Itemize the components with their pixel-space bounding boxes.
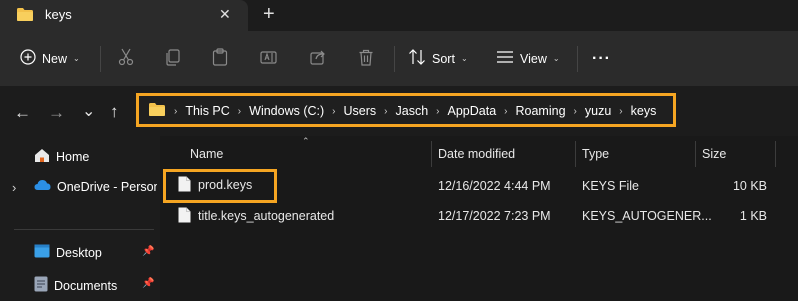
file-type: KEYS File <box>582 179 639 193</box>
cut-button[interactable] <box>118 31 134 86</box>
file-size: 1 KB <box>739 209 767 223</box>
toolbar-divider <box>394 46 395 72</box>
nav-divider <box>14 229 154 230</box>
highlight-box <box>163 169 277 203</box>
column-divider[interactable] <box>575 141 576 167</box>
toolbar-divider <box>577 46 578 72</box>
sort-icon <box>408 49 426 68</box>
file-name[interactable]: title.keys_autogenerated <box>198 209 334 223</box>
command-bar: New ⌄ Sort ⌄ View ⌄ ··· <box>0 31 798 86</box>
file-size: 10 KB <box>732 179 767 193</box>
scissors-icon <box>118 48 134 69</box>
nav-item-onedrive[interactable]: OneDrive - Persona <box>34 179 157 194</box>
rename-icon <box>260 49 277 69</box>
file-date: 12/17/2022 7:23 PM <box>438 209 551 223</box>
expand-chevron-icon[interactable]: › <box>12 180 16 195</box>
pin-icon[interactable]: 📌 <box>142 246 154 257</box>
column-divider[interactable] <box>431 141 432 167</box>
more-options-button[interactable]: ··· <box>592 31 611 86</box>
cloud-icon <box>34 179 51 194</box>
up-arrow-icon[interactable]: ↑ <box>110 102 119 122</box>
toolbar-divider <box>100 46 101 72</box>
file-date: 12/16/2022 4:44 PM <box>438 179 551 193</box>
sort-button-label: Sort <box>432 51 455 66</box>
rename-button[interactable] <box>260 31 277 86</box>
breadcrumb-jasch[interactable]: Jasch <box>396 104 429 118</box>
breadcrumb-users[interactable]: Users <box>344 104 377 118</box>
forward-arrow-icon[interactable]: → <box>48 103 65 123</box>
copy-button[interactable] <box>165 31 181 86</box>
plus-circle-icon <box>20 49 36 68</box>
breadcrumb-separator[interactable]: › <box>332 106 335 117</box>
column-header-type[interactable]: Type <box>582 147 609 161</box>
breadcrumb-keys[interactable]: keys <box>631 104 657 118</box>
delete-button[interactable] <box>358 31 374 86</box>
new-button-label: New <box>42 51 68 66</box>
tab-title: keys <box>45 7 72 22</box>
view-list-icon <box>496 50 514 67</box>
tab-bar: keys ✕ + <box>0 0 798 31</box>
nav-item-desktop[interactable]: Desktop <box>34 244 102 261</box>
breadcrumb-roaming[interactable]: Roaming <box>516 104 566 118</box>
sort-button[interactable]: Sort ⌄ <box>408 31 468 86</box>
pin-icon[interactable]: 📌 <box>142 278 154 289</box>
nav-item-home[interactable]: Home <box>34 148 89 166</box>
home-icon <box>34 148 50 166</box>
breadcrumb-this-pc[interactable]: This PC <box>185 104 229 118</box>
desktop-icon <box>34 244 50 261</box>
chevron-down-icon: ⌄ <box>460 54 468 63</box>
share-icon <box>310 49 327 68</box>
breadcrumb-separator[interactable]: › <box>174 106 177 117</box>
column-header-date-modified[interactable]: Date modified <box>438 147 515 161</box>
column-divider[interactable] <box>775 141 776 167</box>
breadcrumb: › This PC › Windows (C:) › Users › Jasch… <box>148 101 664 121</box>
breadcrumb-appdata[interactable]: AppData <box>448 104 497 118</box>
column-divider[interactable] <box>695 141 696 167</box>
breadcrumb-yuzu[interactable]: yuzu <box>585 104 611 118</box>
folder-icon <box>148 102 166 120</box>
recent-locations-icon[interactable]: ⌄ <box>82 101 95 121</box>
sort-ascending-icon: ⌃ <box>302 136 310 146</box>
paste-button[interactable] <box>212 31 228 86</box>
column-header-name[interactable]: Name <box>190 147 223 161</box>
trash-icon <box>358 49 374 69</box>
breadcrumb-separator[interactable]: › <box>436 106 439 117</box>
tab-keys[interactable]: keys ✕ <box>0 0 248 31</box>
file-icon <box>178 207 191 226</box>
nav-item-label: Home <box>56 150 90 164</box>
nav-item-documents[interactable]: Documents <box>34 276 117 295</box>
view-button-label: View <box>520 51 547 66</box>
nav-item-label: Desktop <box>56 245 102 260</box>
breadcrumb-separator[interactable]: › <box>619 106 622 117</box>
breadcrumb-separator[interactable]: › <box>238 106 241 117</box>
file-type: KEYS_AUTOGENER... <box>582 209 712 223</box>
column-header-size[interactable]: Size <box>702 147 726 161</box>
close-tab-icon[interactable]: ✕ <box>219 6 231 23</box>
breadcrumb-separator[interactable]: › <box>504 106 507 117</box>
share-button[interactable] <box>310 31 327 86</box>
back-arrow-icon[interactable]: ← <box>14 103 31 123</box>
folder-icon <box>16 7 34 25</box>
nav-item-label: OneDrive - Persona <box>57 179 157 194</box>
breadcrumb-separator[interactable]: › <box>574 106 577 117</box>
breadcrumb-separator[interactable]: › <box>384 106 387 117</box>
view-button[interactable]: View ⌄ <box>496 31 560 86</box>
clipboard-icon <box>212 48 228 69</box>
chevron-down-icon: ⌄ <box>552 54 560 63</box>
copy-icon <box>165 48 181 69</box>
chevron-down-icon: ⌄ <box>73 54 80 63</box>
breadcrumb-windows-c[interactable]: Windows (C:) <box>249 104 324 118</box>
nav-item-label: Documents <box>54 278 118 293</box>
more-icon: ··· <box>592 49 611 67</box>
documents-icon <box>34 276 48 295</box>
new-button[interactable]: New ⌄ <box>20 31 80 86</box>
new-tab-button[interactable]: + <box>263 3 275 26</box>
